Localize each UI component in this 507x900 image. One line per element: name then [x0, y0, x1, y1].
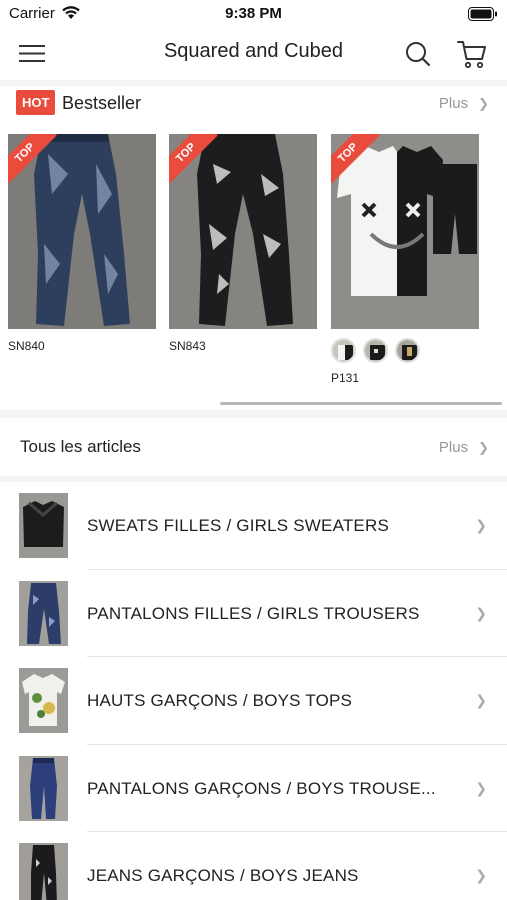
clock: 9:38 PM	[225, 5, 282, 22]
category-thumbnail	[19, 493, 68, 558]
category-label: SWEATS FILLES / GIRLS SWEATERS	[87, 516, 389, 535]
chevron-right-icon: ❯	[478, 439, 489, 455]
category-label: PANTALONS FILLES / GIRLS TROUSERS	[87, 603, 420, 623]
chevron-right-icon: ❯	[478, 95, 489, 111]
all-articles-header[interactable]: Tous les articles Plus ❯	[0, 418, 507, 474]
product-code: SN840	[8, 339, 45, 353]
more-label: Plus	[438, 95, 469, 112]
chevron-right-icon: ❯	[475, 517, 487, 533]
chevron-right-icon: ❯	[475, 692, 487, 708]
cart-icon[interactable]	[455, 38, 489, 70]
all-articles-more-link[interactable]: Plus ❯	[439, 439, 489, 456]
category-row[interactable]: PANTALONS FILLES / GIRLS TROUSERS ❯	[0, 570, 507, 657]
color-swatch[interactable]	[395, 338, 420, 363]
hamburger-icon[interactable]	[16, 41, 50, 67]
all-articles-title: Tous les articles	[20, 437, 141, 456]
category-row[interactable]: PANTALONS GARÇONS / BOYS TROUSE... ❯	[0, 745, 507, 832]
more-label: Plus	[438, 439, 469, 456]
chevron-right-icon: ❯	[475, 779, 487, 796]
battery-icon	[468, 7, 498, 26]
category-thumbnail	[19, 755, 68, 821]
product-card[interactable]: TOP P131	[331, 134, 479, 385]
chevron-right-icon: ❯	[475, 604, 487, 621]
product-image: TOP	[169, 134, 317, 329]
category-thumbnail	[19, 580, 68, 646]
category-row[interactable]: JEANS GARÇONS / BOYS JEANS ❯	[0, 832, 507, 900]
bestseller-carousel[interactable]: TOP SN840 TOP SN843 TOP P131	[8, 134, 507, 394]
chevron-right-icon: ❯	[475, 867, 487, 883]
category-label: HAUTS GARÇONS / BOYS TOPS	[87, 691, 353, 710]
category-row[interactable]: SWEATS FILLES / GIRLS SWEATERS ❯	[0, 482, 507, 570]
category-label: JEANS GARÇONS / BOYS JEANS	[87, 866, 359, 885]
product-code: SN843	[169, 339, 206, 353]
category-list: SWEATS FILLES / GIRLS SWEATERS ❯ PANTALO…	[0, 482, 507, 900]
product-card[interactable]: TOP SN843	[169, 134, 317, 353]
search-icon[interactable]	[403, 39, 433, 69]
status-bar: Carrier 9:38 PM	[0, 0, 507, 28]
bestseller-more-link[interactable]: Plus ❯	[439, 95, 489, 112]
product-image: TOP	[331, 134, 479, 329]
hot-badge: HOT	[16, 90, 56, 115]
category-label: PANTALONS GARÇONS / BOYS TROUSE...	[87, 778, 436, 798]
product-code: P131	[331, 371, 360, 385]
bestseller-header: HOT Bestseller Plus ❯	[0, 86, 507, 124]
color-swatch[interactable]	[331, 338, 356, 363]
bestseller-title: Bestseller	[62, 93, 142, 113]
category-thumbnail	[19, 668, 68, 733]
top-navigation-bar: Squared and Cubed	[0, 28, 507, 80]
color-swatches	[331, 338, 479, 363]
section-separator	[0, 410, 507, 418]
category-row[interactable]: HAUTS GARÇONS / BOYS TOPS ❯	[0, 657, 507, 745]
category-thumbnail	[19, 843, 68, 900]
product-image: TOP	[8, 134, 156, 329]
carousel-scroll-indicator	[220, 402, 502, 405]
product-card[interactable]: TOP SN840	[8, 134, 156, 353]
color-swatch[interactable]	[363, 338, 388, 363]
